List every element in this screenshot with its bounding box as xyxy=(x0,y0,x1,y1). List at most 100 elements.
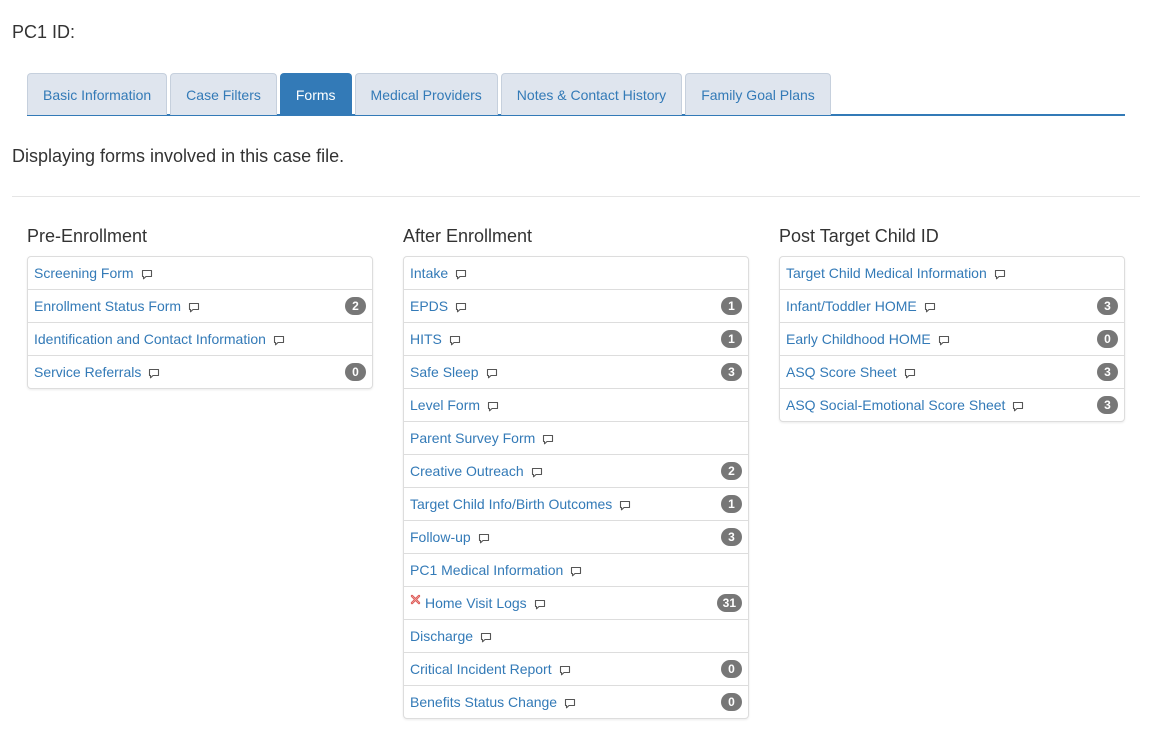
form-link[interactable]: Level Form xyxy=(410,397,480,413)
comment-icon[interactable] xyxy=(487,401,499,412)
list-item: Creative Outreach 2 xyxy=(404,454,748,487)
list-item: Intake xyxy=(404,257,748,289)
post-target-child-column: Post Target Child ID Target Child Medica… xyxy=(779,226,1125,422)
list-item: Screening Form xyxy=(28,257,372,289)
list-item: Early Childhood HOME 0 xyxy=(780,322,1124,355)
count-badge: 2 xyxy=(721,462,742,480)
form-link[interactable]: Intake xyxy=(410,265,448,281)
comment-icon[interactable] xyxy=(619,500,631,511)
count-badge: 3 xyxy=(721,528,742,546)
comment-icon[interactable] xyxy=(455,302,467,313)
comment-icon[interactable] xyxy=(570,566,582,577)
form-list: Target Child Medical Information Infant/T… xyxy=(779,256,1125,422)
form-link[interactable]: ASQ Social-Emotional Score Sheet xyxy=(786,397,1005,413)
list-item: Infant/Toddler HOME 3 xyxy=(780,289,1124,322)
comment-icon[interactable] xyxy=(559,665,571,676)
tab-forms[interactable]: Forms xyxy=(279,73,352,115)
count-badge: 3 xyxy=(1097,396,1118,414)
red-x-icon xyxy=(410,594,421,605)
form-link[interactable]: Creative Outreach xyxy=(410,463,524,479)
form-link[interactable]: Infant/Toddler HOME xyxy=(786,298,917,314)
form-link[interactable]: ASQ Score Sheet xyxy=(786,364,897,380)
count-badge: 0 xyxy=(721,660,742,678)
list-item: Discharge xyxy=(404,619,748,652)
comment-icon[interactable] xyxy=(449,335,461,346)
tab-case-filters[interactable]: Case Filters xyxy=(170,73,277,115)
comment-icon[interactable] xyxy=(534,599,546,610)
count-badge: 3 xyxy=(1097,297,1118,315)
form-link[interactable]: EPDS xyxy=(410,298,448,314)
comment-icon[interactable] xyxy=(273,335,285,346)
pre-enrollment-column: Pre-Enrollment Screening Form Enrollment … xyxy=(27,226,373,389)
list-item: Enrollment Status Form 2 xyxy=(28,289,372,322)
form-link[interactable]: HITS xyxy=(410,331,442,347)
comment-icon[interactable] xyxy=(455,269,467,280)
list-item: Service Referrals 0 xyxy=(28,355,372,388)
tab-basic-information[interactable]: Basic Information xyxy=(27,73,168,115)
comment-icon[interactable] xyxy=(188,302,200,313)
form-link[interactable]: Early Childhood HOME xyxy=(786,331,931,347)
count-badge: 0 xyxy=(721,693,742,711)
form-link[interactable]: Identification and Contact Information xyxy=(34,331,266,347)
form-link[interactable]: Parent Survey Form xyxy=(410,430,535,446)
form-link[interactable]: Critical Incident Report xyxy=(410,661,552,677)
count-badge: 3 xyxy=(1097,363,1118,381)
form-link[interactable]: Service Referrals xyxy=(34,364,141,380)
comment-icon[interactable] xyxy=(542,434,554,445)
form-link[interactable]: Target Child Medical Information xyxy=(786,265,987,281)
comment-icon[interactable] xyxy=(924,302,936,313)
comment-icon[interactable] xyxy=(564,698,576,709)
after-enrollment-column: After Enrollment Intake EPDS 1 HITS 1 Safe Sl… xyxy=(403,226,749,719)
column-title: After Enrollment xyxy=(403,226,533,246)
form-list: Intake EPDS 1 HITS 1 Safe Sleep 3 Level Form Par… xyxy=(403,256,749,719)
count-badge: 1 xyxy=(721,495,742,513)
comment-icon[interactable] xyxy=(148,368,160,379)
list-item: Level Form xyxy=(404,388,748,421)
count-badge: 2 xyxy=(345,297,366,315)
form-link[interactable]: Home Visit Logs xyxy=(425,595,527,611)
comment-icon[interactable] xyxy=(480,632,492,643)
form-link[interactable]: Benefits Status Change xyxy=(410,694,557,710)
divider xyxy=(12,196,1140,197)
form-link[interactable]: Follow-up xyxy=(410,529,471,545)
comment-icon[interactable] xyxy=(938,335,950,346)
comment-icon[interactable] xyxy=(1012,401,1024,412)
count-badge: 0 xyxy=(345,363,366,381)
form-link[interactable]: Target Child Info/Birth Outcomes xyxy=(410,496,612,512)
comment-icon[interactable] xyxy=(531,467,543,478)
forms-intro-text: Displaying forms involved in this case f… xyxy=(12,146,345,166)
comment-icon[interactable] xyxy=(478,533,490,544)
list-item: ASQ Social-Emotional Score Sheet 3 xyxy=(780,388,1124,421)
list-item: Follow-up 3 xyxy=(404,520,748,553)
comment-icon[interactable] xyxy=(994,269,1006,280)
form-list: Screening Form Enrollment Status Form 2 Ide… xyxy=(27,256,373,389)
count-badge: 31 xyxy=(716,594,742,612)
count-badge: 3 xyxy=(721,363,742,381)
form-link[interactable]: Enrollment Status Form xyxy=(34,298,181,314)
list-item: Critical Incident Report 0 xyxy=(404,652,748,685)
tab-notes-contact-history[interactable]: Notes & Contact History xyxy=(500,73,683,115)
comment-icon[interactable] xyxy=(141,269,153,280)
column-title: Post Target Child ID xyxy=(779,226,939,246)
count-badge: 1 xyxy=(721,330,742,348)
form-link[interactable]: Discharge xyxy=(410,628,473,644)
list-item: EPDS 1 xyxy=(404,289,748,322)
form-link[interactable]: Safe Sleep xyxy=(410,364,479,380)
tab-family-goal-plans[interactable]: Family Goal Plans xyxy=(685,73,831,115)
list-item: Benefits Status Change 0 xyxy=(404,685,748,718)
count-badge: 0 xyxy=(1097,330,1118,348)
list-item: Home Visit Logs 31 xyxy=(404,586,748,619)
list-item: ASQ Score Sheet 3 xyxy=(780,355,1124,388)
list-item: HITS 1 xyxy=(404,322,748,355)
list-item: Parent Survey Form xyxy=(404,421,748,454)
form-link[interactable]: PC1 Medical Information xyxy=(410,562,563,578)
case-tabs: Basic Information Case Filters Forms Med… xyxy=(27,73,1125,116)
tab-medical-providers[interactable]: Medical Providers xyxy=(354,73,498,115)
form-link[interactable]: Screening Form xyxy=(34,265,134,281)
list-item: PC1 Medical Information xyxy=(404,553,748,586)
count-badge: 1 xyxy=(721,297,742,315)
list-item: Safe Sleep 3 xyxy=(404,355,748,388)
comment-icon[interactable] xyxy=(904,368,916,379)
comment-icon[interactable] xyxy=(486,368,498,379)
column-title: Pre-Enrollment xyxy=(27,226,148,246)
